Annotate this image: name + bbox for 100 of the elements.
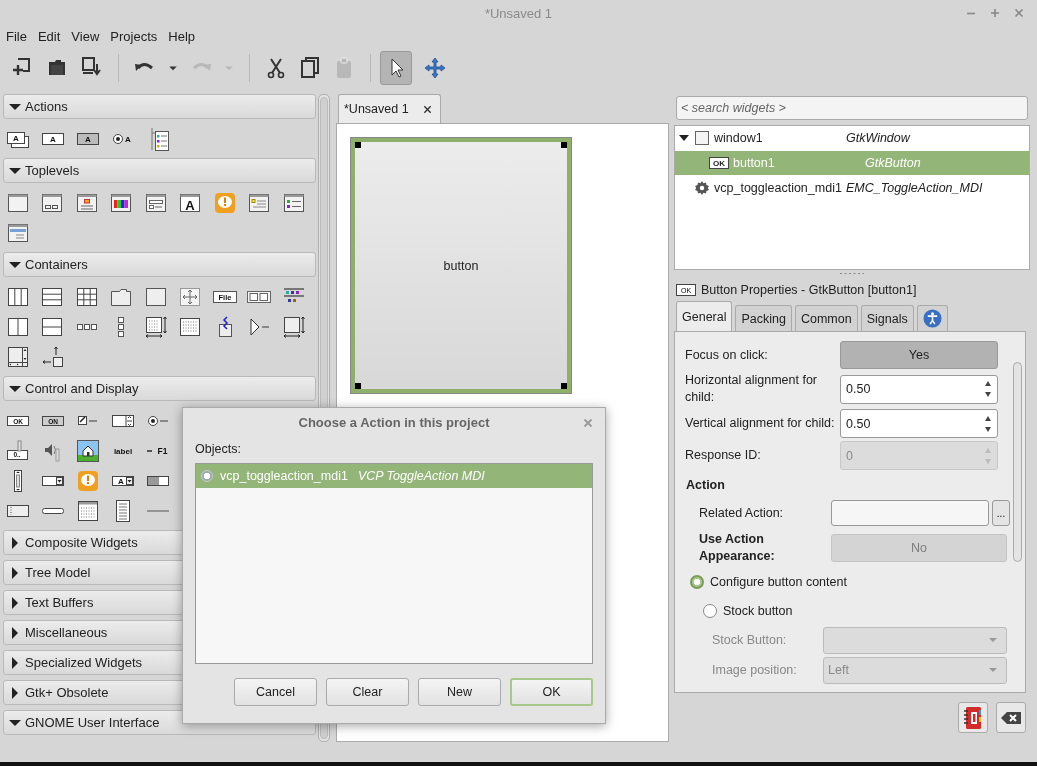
properties-tab[interactable]: Signals [860,305,914,331]
object-name: vcp_toggleaction_mdi1 [220,469,348,483]
group-label: Gtk+ Obsolete [25,685,109,700]
dialog-button[interactable]: Clear [326,678,409,706]
scrollbar[interactable] [1013,362,1022,562]
selection-handle[interactable] [561,142,567,148]
columns-icon[interactable] [6,285,30,309]
caret-icon [988,665,998,675]
widget-name: button1 [733,156,776,170]
group-label: Actions [25,99,68,114]
about-icon[interactable] [74,191,99,215]
menu-item[interactable]: Projects [104,28,163,44]
expander-icon[interactable] [9,656,21,669]
checklist-icon[interactable] [281,191,306,215]
button-label: button [443,258,479,273]
resize-icon[interactable] [281,315,306,339]
scrollpane-icon[interactable] [6,345,30,369]
dialog-icon[interactable] [40,191,65,215]
close-icon[interactable] [422,104,432,114]
toggle-button[interactable]: Yes [840,341,998,369]
alert-icon[interactable] [212,191,237,215]
widget-type: EMC_ToggleAction_MDI [846,181,983,195]
selection-handle[interactable] [561,383,567,389]
accessibility-tab[interactable] [916,305,948,331]
book-icon [963,705,983,730]
properties-title: Button Properties - GtkButton [button1] [701,283,917,297]
selection-handle[interactable] [355,142,361,148]
dotted-icon[interactable] [178,315,203,339]
halves-icon[interactable] [6,315,30,339]
search-field[interactable]: < search widgets > [676,96,1028,120]
properties-tab[interactable]: Common [794,305,858,331]
dialog-button[interactable]: OK [510,678,593,706]
expander-icon[interactable] [9,686,21,699]
design-button[interactable]: button [351,138,571,393]
browse-button[interactable]: ... [992,500,1010,526]
radio-button[interactable] [690,575,704,589]
note-icon[interactable] [247,191,272,215]
backspace-button[interactable] [996,702,1026,733]
button-icon: OK [709,157,729,169]
dialog-button[interactable]: Cancel [234,678,317,706]
dialog-button[interactable]: New [418,678,501,706]
object-type: VCP ToggleAction MDI [357,469,485,483]
window-icon[interactable] [6,191,30,215]
widget-name: vcp_toggleaction_mdi1 [714,181,843,195]
grid-icon[interactable] [74,285,99,309]
window-title: *Unsaved 1 [484,5,553,21]
spin-field[interactable]: 0.50 [840,374,998,404]
book-button[interactable] [958,702,988,733]
bannerwindow-icon[interactable] [6,221,30,245]
properties-tab[interactable]: General [676,301,733,331]
stacked-icon[interactable] [40,315,65,339]
radio-button[interactable] [201,470,213,482]
tree-row[interactable]: OK button1 GtkButton [675,151,1029,176]
calendar-icon[interactable] [76,499,100,523]
letterwindow-icon[interactable]: A [178,191,203,215]
property-label: Response ID: [684,447,762,464]
selection-handle[interactable] [355,383,361,389]
image-icon[interactable] [76,439,100,463]
move-icon[interactable] [178,285,203,309]
move-icon [423,56,447,80]
expander-icon[interactable] [9,596,21,609]
dottedresize-icon[interactable] [143,315,168,339]
arrows-icon[interactable] [41,345,65,369]
pane-handle[interactable] [840,272,864,275]
document-tab[interactable]: *Unsaved 1 [338,94,441,123]
panel-icon[interactable] [143,285,168,309]
properties-tab[interactable]: Packing [735,305,792,331]
palette-group-header[interactable]: Actions [3,94,316,119]
expander-icon[interactable] [9,566,21,579]
section-heading: Action [685,478,726,492]
expander-icon[interactable] [9,626,21,639]
menu-item[interactable]: Edit [31,28,66,44]
action-field[interactable] [831,500,989,526]
expander-icon[interactable] [679,133,689,143]
gear-icon [694,180,710,196]
spin-field[interactable]: 0.50 [840,409,998,438]
spectrum-icon[interactable] [109,191,134,215]
palette-group-header[interactable]: Containers [3,252,316,277]
rows-icon[interactable] [40,285,65,309]
expander-icon[interactable] [9,536,21,549]
pointer-mode-button[interactable] [380,51,412,85]
menu-item[interactable]: View [65,28,105,44]
text-icon[interactable]: label [111,439,135,463]
widget-type: GtkButton [865,156,921,170]
group-label: Text Buffers [25,595,94,610]
property-label: Related Action: [698,504,785,522]
menu-item[interactable]: Help [162,28,201,44]
property-label: Horizontal alignment for child: [684,372,818,406]
backspace-icon [1000,710,1022,725]
form-icon[interactable] [143,191,168,215]
dialog-title: Choose a Action in this project [298,415,490,430]
widget-name: window1 [714,131,764,145]
palette-group-header[interactable]: Control and Display [3,376,316,401]
radio-button[interactable] [703,604,717,618]
tree-row[interactable]: vcp_toggleaction_mdi1 EMC_ToggleAction_MDI [675,176,1029,201]
menu-item[interactable]: File [0,28,32,44]
group-label: Miscellaneous [25,625,108,640]
alert-icon[interactable] [76,469,100,493]
copy-icon[interactable] [298,56,322,80]
palette-group-header[interactable]: Toplevels [3,158,316,183]
